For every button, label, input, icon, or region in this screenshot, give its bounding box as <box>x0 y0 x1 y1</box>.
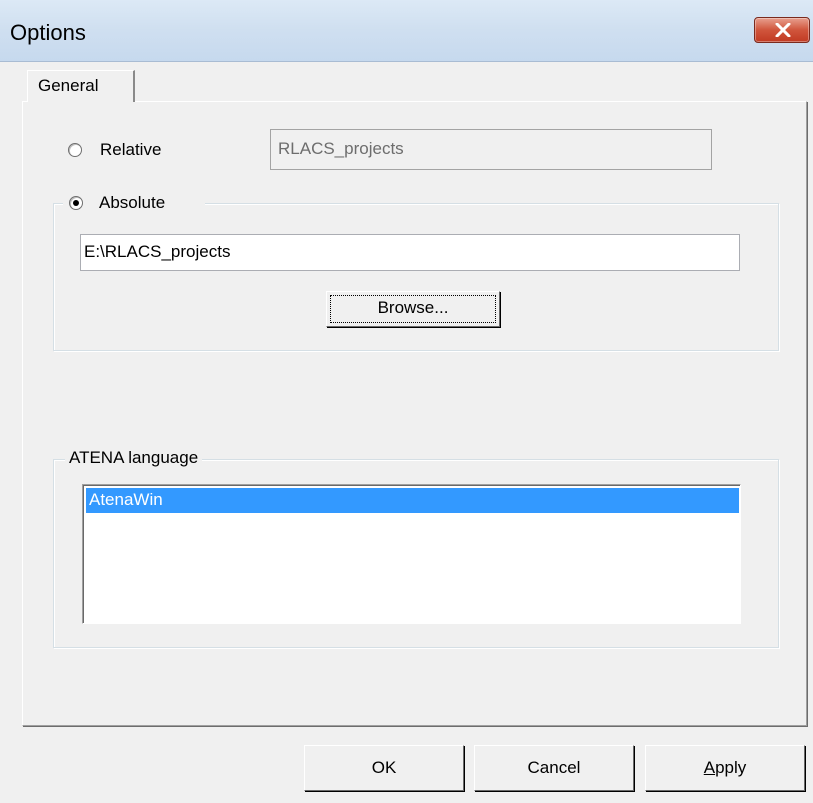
cancel-button-label: Cancel <box>527 758 581 777</box>
absolute-legend: Absolute <box>63 192 205 216</box>
tab-general-label: General <box>38 76 99 95</box>
close-button[interactable] <box>754 17 810 43</box>
browse-button[interactable]: Browse... <box>326 291 500 327</box>
relative-radio[interactable] <box>68 143 82 157</box>
browse-button-label: Browse... <box>377 298 449 317</box>
window-title: Options <box>10 20 86 45</box>
absolute-label[interactable]: Absolute <box>99 193 165 213</box>
tab-general[interactable]: General <box>27 70 135 102</box>
relative-label[interactable]: Relative <box>100 140 161 160</box>
ok-button-label: OK <box>371 758 397 777</box>
apply-button-label: Apply <box>703 758 747 777</box>
absolute-path-input[interactable]: E:\RLACS_projects <box>80 234 740 271</box>
absolute-radio[interactable] <box>69 196 83 210</box>
relative-path-field: RLACS_projects <box>270 129 712 170</box>
atena-language-list[interactable]: AtenaWin <box>82 484 741 624</box>
absolute-radio-dot <box>73 200 79 206</box>
title-bar[interactable]: Options <box>0 0 813 62</box>
options-dialog: Options General Relative RLACS_projects … <box>0 0 813 803</box>
apply-button[interactable]: Apply <box>645 745 805 791</box>
list-item[interactable]: AtenaWin <box>86 488 739 513</box>
ok-button[interactable]: OK <box>304 745 464 791</box>
absolute-group <box>53 203 779 351</box>
cancel-button[interactable]: Cancel <box>474 745 634 791</box>
atena-language-legend: ATENA language <box>65 448 203 468</box>
close-icon <box>775 23 791 37</box>
